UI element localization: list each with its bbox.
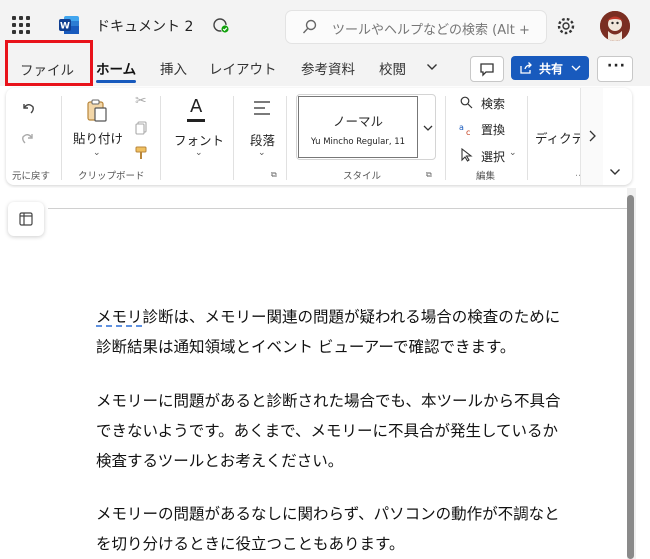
styles-dialog-launcher-icon[interactable]: ⧉ [426, 170, 432, 180]
text-run: 診断は、メモリー関連の問題が疑われる場合の検査のために [142, 308, 561, 326]
tab-insert[interactable]: 挿入 [160, 58, 187, 78]
tab-review[interactable]: 校閲 [379, 58, 406, 78]
svg-text:c: c [466, 128, 470, 136]
share-icon [520, 62, 532, 74]
chevron-down-icon [571, 65, 581, 71]
document-title[interactable]: ドキュメント 2 [96, 16, 193, 36]
search-box[interactable]: ツールやヘルプなどの検索 (Alt + [286, 11, 546, 43]
divider [286, 96, 287, 180]
page-top-border [48, 208, 630, 209]
navigation-pane-button[interactable] [8, 202, 44, 236]
paragraph-line: メモリ診断は、メモリー関連の問題が疑われる場合の検査のために [96, 302, 628, 332]
dialog-launcher-icon[interactable]: ⧉ [271, 170, 277, 180]
font-color-bar [187, 119, 205, 122]
ellipsis-icon: ··· [607, 58, 626, 74]
ribbon-scroll-panel[interactable] [580, 88, 603, 185]
paragraph-2[interactable]: メモリーに問題があると診断された場合でも、本ツールから不具合 できないようです。… [96, 386, 628, 476]
paragraph-1[interactable]: メモリ診断は、メモリー関連の問題が疑われる場合の検査のために 診断結果は通知領域… [96, 302, 628, 362]
paragraph-button[interactable]: 段落 [250, 130, 275, 149]
comments-button[interactable] [470, 56, 504, 82]
styles-expand-chevron-icon[interactable] [423, 124, 433, 132]
chevron-right-icon [589, 130, 596, 142]
divider [527, 96, 528, 180]
find-button[interactable]: 検索 [481, 95, 505, 112]
undo-group-label: 元に戻す [12, 171, 51, 182]
redo-icon[interactable] [20, 130, 36, 146]
paragraph-3[interactable]: メモリーの問題があるなしに関わらず、パソコンの動作が不調なと を切り分けるときに… [96, 499, 628, 559]
paragraph-line: 検査するツールとお考えください。 [96, 452, 344, 470]
divider [160, 96, 161, 180]
copy-icon[interactable] [135, 121, 147, 135]
dictate-label: ディクテ [535, 131, 580, 146]
svg-text:a: a [459, 123, 464, 132]
find-icon [460, 96, 473, 109]
font-dropdown-chevron-icon[interactable]: ⌄ [195, 148, 203, 158]
paragraph-line: メモリーに問題があると診断された場合でも、本ツールから不具合 [96, 392, 561, 410]
tab-layout[interactable]: レイアウト [209, 58, 277, 78]
word-logo-icon[interactable]: W [58, 14, 80, 36]
replace-button[interactable]: 置換 [481, 121, 505, 138]
cut-icon[interactable]: ✂ [135, 93, 147, 109]
edit-group-label: 編集 [476, 171, 496, 182]
user-avatar[interactable] [600, 11, 630, 41]
paragraph-line: を切り分けるときに役立つこともあります。 [96, 535, 405, 553]
paragraph-align-icon[interactable] [253, 100, 271, 116]
paragraph-dropdown-chevron-icon[interactable]: ⌄ [258, 148, 266, 158]
undo-icon[interactable] [20, 100, 36, 116]
divider [61, 96, 62, 180]
font-button[interactable]: フォント [174, 130, 224, 149]
paragraph-line: 診断結果は通知領域とイベント ビューアーで確認できます。 [96, 338, 516, 356]
settings-gear-icon[interactable] [556, 16, 576, 36]
vertical-scrollbar-thumb[interactable] [627, 195, 634, 559]
select-cursor-icon [461, 148, 473, 162]
clipboard-group-label: クリップボード [78, 171, 145, 182]
share-label: 共有 [539, 62, 564, 76]
style-name: ノーマル [332, 114, 383, 129]
style-font: Yu Mincho Regular, 11 [310, 137, 406, 147]
dictate-button[interactable]: ディクテ [535, 128, 580, 147]
active-tab-indicator [96, 80, 136, 83]
collapse-ribbon-chevron-icon[interactable] [609, 167, 621, 177]
app-launcher-icon[interactable] [12, 16, 30, 34]
paragraph-line: できないようです。あくまで、メモリーに不具合が発生しているか [96, 422, 559, 440]
tab-home[interactable]: ホーム [96, 58, 136, 78]
spell-check-word[interactable]: メモリ [96, 308, 143, 326]
format-painter-icon[interactable] [134, 146, 148, 160]
svg-text:W: W [60, 22, 70, 32]
paragraph-line: メモリーの問題があるなしに関わらず、パソコンの動作が不調なと [96, 505, 560, 523]
share-button[interactable]: 共有 [511, 56, 589, 80]
divider [233, 96, 234, 180]
divider [445, 96, 446, 180]
styles-group-label: スタイル [343, 171, 382, 182]
select-button[interactable]: 選択 [481, 148, 505, 165]
paste-dropdown-chevron-icon[interactable]: ⌄ [93, 148, 101, 158]
search-icon [302, 19, 317, 34]
font-color-icon[interactable]: A [190, 96, 202, 117]
replace-icon: a c [459, 123, 470, 136]
paste-icon[interactable] [86, 98, 108, 122]
search-input[interactable]: ツールやヘルプなどの検索 (Alt + [332, 19, 542, 38]
paste-button[interactable]: 貼り付け [73, 128, 123, 147]
more-options-button[interactable]: ··· [597, 56, 633, 82]
select-dropdown-chevron-icon[interactable]: ⌄ [509, 148, 517, 158]
navigation-pane-icon [19, 212, 33, 226]
comment-icon [480, 63, 494, 77]
more-tabs-chevron-icon[interactable] [426, 62, 438, 72]
style-normal[interactable]: ノーマル Yu Mincho Regular, 11 [298, 96, 418, 158]
file-tab-highlight-box [5, 40, 93, 86]
tab-references[interactable]: 参考資料 [301, 58, 355, 78]
cloud-saved-icon[interactable] [212, 16, 230, 34]
